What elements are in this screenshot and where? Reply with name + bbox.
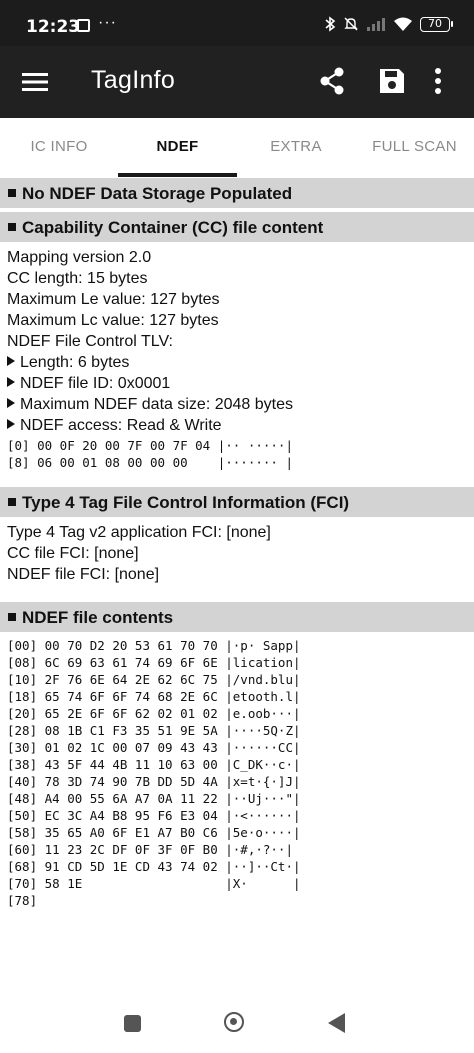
tlv-item: Maximum NDEF data size: 2048 bytes bbox=[7, 396, 293, 414]
section-title: No NDEF Data Storage Populated bbox=[22, 184, 293, 203]
tab-extra[interactable]: EXTRA bbox=[237, 118, 355, 177]
section-title: NDEF file contents bbox=[22, 608, 174, 627]
tlv-item-text: Length: 6 bytes bbox=[20, 354, 130, 371]
ndef-hex-line: [70] 58 1E |X· | bbox=[7, 876, 301, 891]
section-title: Capability Container (CC) file content bbox=[22, 218, 324, 237]
section-header-ndef-file: NDEF file contents bbox=[0, 602, 474, 632]
tab-full-scan[interactable]: FULL SCAN bbox=[355, 118, 474, 177]
ndef-hex-line: [78] bbox=[7, 893, 38, 908]
home-icon[interactable] bbox=[224, 1012, 244, 1032]
fci-line: CC file FCI: [none] bbox=[7, 545, 139, 562]
cc-line: Mapping version 2.0 bbox=[7, 249, 152, 266]
ndef-hex-line: [20] 65 2E 6F 6F 62 02 01 02 |e.oob···| bbox=[7, 706, 301, 721]
tlv-item-text: Maximum NDEF data size: 2048 bytes bbox=[20, 396, 293, 413]
section-title: Type 4 Tag File Control Information (FCI… bbox=[22, 493, 350, 512]
section-header-cc: Capability Container (CC) file content bbox=[0, 212, 474, 242]
ndef-hex-line: [18] 65 74 6F 6F 74 68 2E 6C |etooth.l| bbox=[7, 689, 301, 704]
app-title: TagInfo bbox=[91, 66, 176, 94]
more-notifications-icon: ··· bbox=[98, 14, 117, 31]
more-vert-icon[interactable] bbox=[434, 67, 442, 95]
signal-icon bbox=[367, 18, 385, 31]
ndef-hex-line: [28] 08 1B C1 F3 35 51 9E 5A |····5Q·Z| bbox=[7, 723, 301, 738]
status-bar: 12:23 ··· 70 bbox=[0, 0, 474, 46]
bullet-icon bbox=[8, 223, 16, 231]
wifi-icon bbox=[394, 17, 412, 31]
status-icons: 70 bbox=[324, 16, 453, 32]
app-bar: TagInfo bbox=[0, 46, 474, 118]
ndef-hex-line: [10] 2F 76 6E 64 2E 62 6C 75 |/vnd.blu| bbox=[7, 672, 301, 687]
tab-ndef[interactable]: NDEF bbox=[118, 118, 237, 177]
ndef-hex-line: [60] 11 23 2C DF 0F 3F 0F B0 |·#,·?··| bbox=[7, 842, 293, 857]
triangle-bullet-icon bbox=[7, 419, 15, 429]
ndef-hex-line: [30] 01 02 1C 00 07 09 43 43 |······CC| bbox=[7, 740, 301, 755]
battery-icon: 70 bbox=[420, 16, 453, 32]
cc-hex-line: [0] 00 0F 20 00 7F 00 7F 04 |·· ·····| bbox=[7, 438, 293, 453]
ndef-hex-line: [38] 43 5F 44 4B 11 10 63 00 |C_DK··c·| bbox=[7, 757, 301, 772]
ndef-hex-line: [48] A4 00 55 6A A7 0A 11 22 |··Uj···"| bbox=[7, 791, 301, 806]
back-icon[interactable] bbox=[328, 1013, 345, 1033]
fci-line: Type 4 Tag v2 application FCI: [none] bbox=[7, 524, 271, 541]
tab-bar: IC INFO NDEF EXTRA FULL SCAN bbox=[0, 118, 474, 177]
triangle-bullet-icon bbox=[7, 356, 15, 366]
ndef-hex-line: [50] EC 3C A4 B8 95 F6 E3 04 |·<······| bbox=[7, 808, 301, 823]
ndef-hex-line: [68] 91 CD 5D 1E CD 43 74 02 |··]··Ct·| bbox=[7, 859, 301, 874]
bluetooth-icon bbox=[325, 16, 336, 32]
save-icon[interactable] bbox=[378, 67, 406, 95]
cc-line: CC length: 15 bytes bbox=[7, 270, 148, 287]
share-icon[interactable] bbox=[318, 66, 346, 96]
triangle-bullet-icon bbox=[7, 377, 15, 387]
ndef-hex-line: [40] 78 3D 74 90 7B DD 5D 4A |x=t·{·]J| bbox=[7, 774, 301, 789]
notification-app-icon bbox=[77, 19, 90, 32]
bullet-icon bbox=[8, 613, 16, 621]
tlv-item: Length: 6 bytes bbox=[7, 354, 129, 372]
cc-line: Maximum Le value: 127 bytes bbox=[7, 291, 220, 308]
mute-bell-icon bbox=[344, 17, 358, 31]
fci-line: NDEF file FCI: [none] bbox=[7, 566, 160, 583]
status-time: 12:23 bbox=[26, 17, 81, 37]
ndef-hex-line: [08] 6C 69 63 61 74 69 6F 6E |lication| bbox=[7, 655, 301, 670]
cc-hex-line: [8] 06 00 01 08 00 00 00 |······· | bbox=[7, 455, 293, 470]
ndef-hex-line: [00] 00 70 D2 20 53 61 70 70 |·p· Sapp| bbox=[7, 638, 301, 653]
tlv-item: NDEF file ID: 0x0001 bbox=[7, 375, 170, 393]
ndef-hex-line: [58] 35 65 A0 6F E1 A7 B0 C6 |5e·o····| bbox=[7, 825, 301, 840]
hamburger-menu-icon[interactable] bbox=[22, 69, 48, 95]
bullet-icon bbox=[8, 189, 16, 197]
tlv-item-text: NDEF file ID: 0x0001 bbox=[20, 375, 171, 392]
bullet-icon bbox=[8, 498, 16, 506]
tab-ic-info[interactable]: IC INFO bbox=[0, 118, 118, 177]
tlv-item: NDEF access: Read & Write bbox=[7, 417, 222, 435]
cc-line: Maximum Lc value: 127 bytes bbox=[7, 312, 219, 329]
cc-line: NDEF File Control TLV: bbox=[7, 333, 173, 350]
recents-icon[interactable] bbox=[124, 1015, 141, 1032]
system-nav-bar bbox=[0, 993, 474, 1053]
triangle-bullet-icon bbox=[7, 398, 15, 408]
tlv-item-text: NDEF access: Read & Write bbox=[20, 417, 222, 434]
section-header-no-ndef: No NDEF Data Storage Populated bbox=[0, 178, 474, 208]
section-header-fci: Type 4 Tag File Control Information (FCI… bbox=[0, 487, 474, 517]
